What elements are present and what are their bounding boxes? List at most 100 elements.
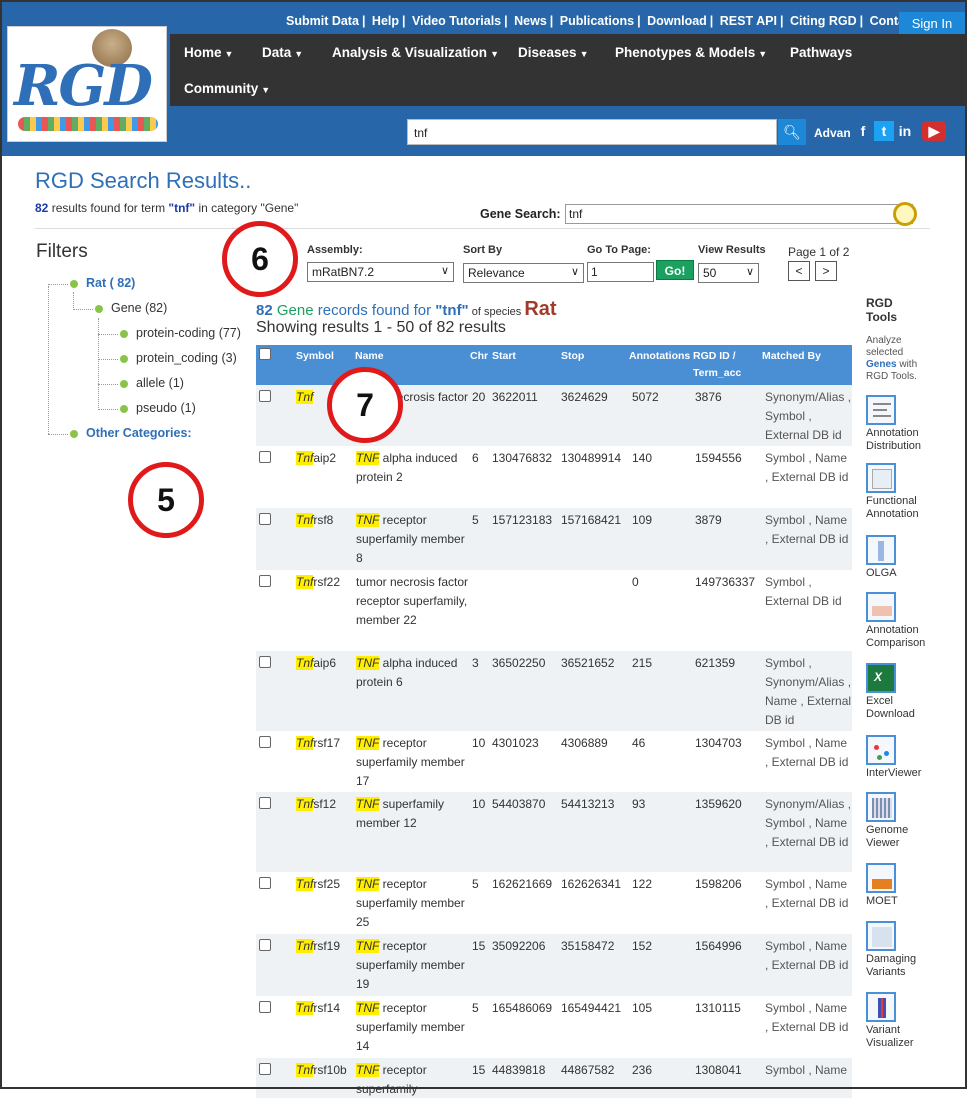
sign-in-button[interactable]: Sign In	[899, 12, 965, 36]
gene-symbol-cell[interactable]: Tnfrsf17	[296, 734, 356, 753]
nav-analysis[interactable]: Analysis & Visualization ▼	[332, 45, 499, 60]
nav-phenotypes[interactable]: Phenotypes & Models ▼	[615, 45, 767, 60]
table-row[interactable]: Tnfrsf8 TNF receptor superfamily member 8…	[256, 508, 852, 570]
video-tutorials-link[interactable]: Video Tutorials	[412, 14, 501, 28]
table-row[interactable]: Tnfrsf22 tumor necrosis factor receptor s…	[256, 570, 852, 651]
prev-page-button[interactable]: <	[788, 261, 810, 281]
nav-home[interactable]: Home ▼	[184, 45, 233, 60]
tool-annotation-comparison[interactable]: Annotation Comparison	[866, 592, 936, 650]
gene-symbol-cell[interactable]: Tnfaip2	[296, 449, 356, 468]
submit-data-link[interactable]: Submit Data	[286, 14, 359, 28]
tool-genome-viewer[interactable]: Genome Viewer	[866, 792, 936, 850]
tool-interviewer[interactable]: InterViewer	[866, 735, 936, 780]
row-checkbox[interactable]	[259, 1001, 271, 1013]
download-link[interactable]: Download	[647, 14, 707, 28]
gene-symbol-cell[interactable]: Tnfrsf8	[296, 511, 356, 530]
magnifier-icon[interactable]	[893, 202, 917, 226]
tool-functional-annotation[interactable]: Functional Annotation	[866, 463, 936, 521]
rgd-id-cell[interactable]: 1310115	[695, 999, 763, 1018]
news-link[interactable]: News	[514, 14, 547, 28]
gene-search-input[interactable]: tnf	[565, 204, 913, 224]
twitter-icon[interactable]: t	[874, 121, 894, 141]
row-checkbox[interactable]	[259, 939, 271, 951]
rgd-id-cell[interactable]: 1359620	[695, 795, 763, 814]
rgd-id-cell[interactable]: 1594556	[695, 449, 763, 468]
filter-allele[interactable]: allele (1)	[120, 376, 184, 390]
sort-select[interactable]: Relevance ∨	[463, 263, 584, 283]
youtube-icon[interactable]: ▶	[922, 121, 946, 141]
col-chr[interactable]: Chr	[470, 350, 488, 362]
go-button[interactable]: Go!	[656, 260, 694, 280]
row-checkbox[interactable]	[259, 1063, 271, 1075]
row-checkbox[interactable]	[259, 513, 271, 525]
tool-excel-download[interactable]: X Excel Download	[866, 663, 936, 721]
table-row[interactable]: Tnfaip2 TNF alpha induced protein 2 6 13047…	[256, 446, 852, 508]
tool-variant-visualizer[interactable]: Variant Visualizer	[866, 992, 936, 1050]
help-link[interactable]: Help	[372, 14, 399, 28]
table-row[interactable]: Tnfrsf17 TNF receptor superfamily member …	[256, 731, 852, 792]
nav-pathways[interactable]: Pathways	[790, 45, 852, 60]
table-row[interactable]: Tnfrsf10b TNF receptor superfamily 15 44839…	[256, 1058, 852, 1098]
publications-link[interactable]: Publications	[560, 14, 634, 28]
select-all-checkbox[interactable]	[259, 348, 271, 360]
assembly-select[interactable]: mRatBN7.2 ∨	[307, 262, 454, 282]
table-row[interactable]: Tnfrsf19 TNF receptor superfamily member …	[256, 934, 852, 996]
row-checkbox[interactable]	[259, 736, 271, 748]
rgd-id-cell[interactable]: 149736337	[695, 573, 763, 592]
rgd-logo[interactable]: RGD	[7, 26, 167, 142]
col-name[interactable]: Name	[355, 350, 384, 362]
row-checkbox[interactable]	[259, 797, 271, 809]
table-row[interactable]: Tnfsf12 TNF superfamily member 12 10 544038…	[256, 792, 852, 872]
col-stop[interactable]: Stop	[561, 350, 584, 362]
site-search-input[interactable]: tnf	[407, 119, 777, 145]
filter-protein-coding[interactable]: protein-coding (77)	[120, 326, 241, 340]
gene-symbol-cell[interactable]: Tnfrsf10b	[296, 1061, 356, 1080]
filter-pseudo[interactable]: pseudo (1)	[120, 401, 196, 415]
tool-damaging-variants[interactable]: Damaging Variants	[866, 921, 936, 979]
col-term-acc[interactable]: Term_acc	[693, 367, 741, 379]
col-start[interactable]: Start	[492, 350, 516, 362]
next-page-button[interactable]: >	[815, 261, 837, 281]
col-annotations[interactable]: Annotations	[629, 350, 690, 362]
table-row[interactable]: Tnfrsf25 TNF receptor superfamily member …	[256, 872, 852, 934]
rgd-id-cell[interactable]: 3879	[695, 511, 763, 530]
goto-page-input[interactable]: 1	[587, 262, 654, 282]
rgd-id-cell[interactable]: 1304703	[695, 734, 763, 753]
filter-other-categories[interactable]: Other Categories:	[70, 426, 192, 440]
table-row[interactable]: Tnfrsf14 TNF receptor superfamily member …	[256, 996, 852, 1058]
rgd-id-cell[interactable]: 1598206	[695, 875, 763, 894]
table-row[interactable]: Tnfaip6 TNF alpha induced protein 6 3 36502…	[256, 651, 852, 731]
gene-symbol-cell[interactable]: Tnfrsf22	[296, 573, 356, 592]
advanced-search-link[interactable]: Advan	[814, 126, 851, 140]
nav-community[interactable]: Community ▼	[184, 81, 270, 96]
tool-olga[interactable]: OLGA	[866, 535, 936, 580]
view-results-select[interactable]: 50 ∨	[698, 263, 759, 283]
tool-moet[interactable]: MOET	[866, 863, 936, 908]
tool-annotation-distribution[interactable]: Annotation Distribution	[866, 395, 936, 453]
facebook-icon[interactable]: f	[853, 121, 873, 141]
row-checkbox[interactable]	[259, 390, 271, 402]
filter-gene[interactable]: Gene (82)	[95, 301, 167, 315]
search-button[interactable]: 🔍︎	[778, 119, 806, 145]
nav-data[interactable]: Data ▼	[262, 45, 303, 60]
rgd-id-cell[interactable]: 1564996	[695, 937, 763, 956]
tools-desc-link[interactable]: Genes	[866, 359, 897, 370]
row-checkbox[interactable]	[259, 451, 271, 463]
gene-symbol-cell[interactable]: Tnfrsf14	[296, 999, 356, 1018]
gene-symbol-cell[interactable]: Tnfrsf25	[296, 875, 356, 894]
col-symbol[interactable]: Symbol	[296, 350, 334, 362]
col-rgd-id[interactable]: RGD ID /	[693, 350, 736, 362]
gene-symbol-cell[interactable]: Tnfaip6	[296, 654, 356, 673]
nav-diseases[interactable]: Diseases ▼	[518, 45, 588, 60]
gene-symbol-cell[interactable]: Tnfsf12	[296, 795, 356, 814]
row-checkbox[interactable]	[259, 877, 271, 889]
rgd-id-cell[interactable]: 1308041	[695, 1061, 763, 1080]
filter-rat[interactable]: Rat ( 82)	[70, 276, 135, 290]
row-checkbox[interactable]	[259, 656, 271, 668]
col-matched-by[interactable]: Matched By	[762, 350, 821, 362]
row-checkbox[interactable]	[259, 575, 271, 587]
citing-rgd-link[interactable]: Citing RGD	[790, 14, 857, 28]
rgd-id-cell[interactable]: 3876	[695, 388, 763, 407]
gene-symbol-cell[interactable]: Tnfrsf19	[296, 937, 356, 956]
rest-api-link[interactable]: REST API	[720, 14, 777, 28]
